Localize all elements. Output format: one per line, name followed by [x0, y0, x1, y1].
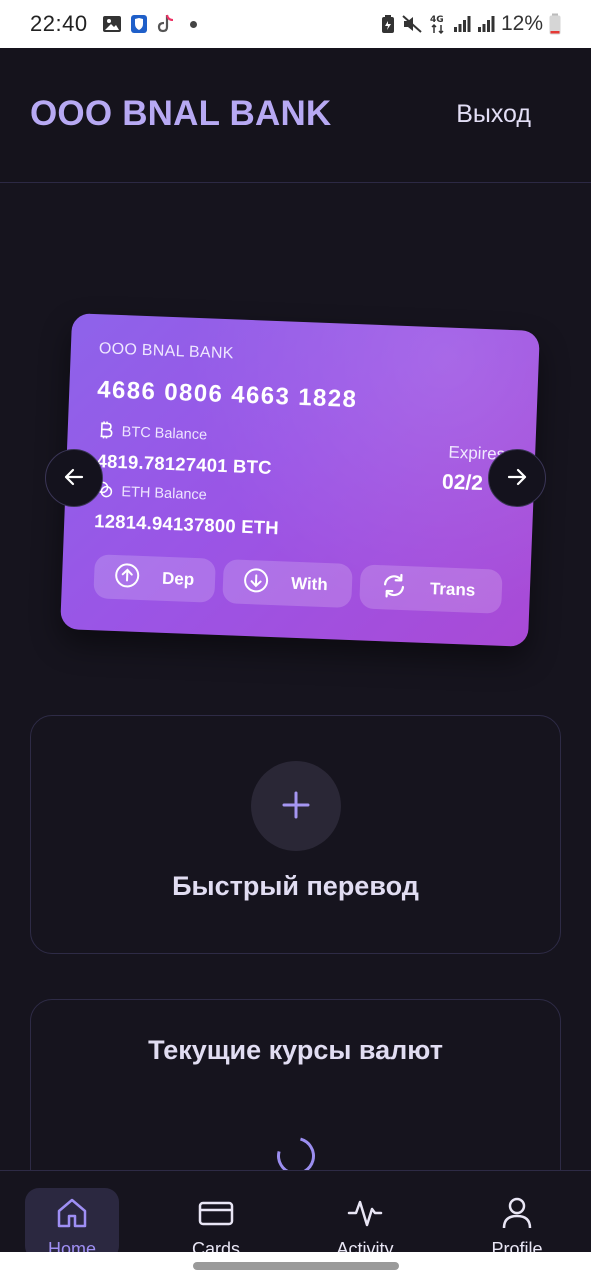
eth-balance-value: 12814.94137800 ETH [93, 510, 280, 539]
nav-cards[interactable]: Cards [169, 1188, 263, 1260]
transfer-button[interactable]: Trans [359, 564, 503, 614]
nav-activity[interactable]: Activity [318, 1188, 412, 1260]
btc-balance-value: 4819.78127401 BTC [96, 450, 273, 478]
btc-balance-label: BTC Balance [121, 424, 208, 444]
withdraw-button[interactable]: With [222, 559, 353, 609]
card-face: OOO BNAL BANK 4686 0806 4663 1828 BTC Ba… [60, 313, 540, 647]
card-number: 4686 0806 4663 1828 [96, 376, 358, 414]
network-4g-icon: 4G [429, 13, 447, 35]
battery-saver-icon [381, 14, 395, 34]
arrow-up-circle-icon [114, 561, 141, 593]
dot-icon [189, 20, 197, 28]
status-right-icons: 4G 12% [381, 12, 561, 36]
home-icon [55, 1196, 89, 1233]
home-gesture-pill[interactable] [193, 1262, 399, 1270]
app-header: OOO BNAL BANK Выход [0, 48, 591, 183]
svg-text:4G: 4G [430, 15, 444, 25]
bank-card[interactable]: OOO BNAL BANK 4686 0806 4663 1828 BTC Ba… [60, 313, 540, 647]
transfer-label: Trans [429, 579, 476, 600]
nav-profile[interactable]: Profile [470, 1188, 564, 1260]
eth-balance-label-row: ETH Balance [95, 480, 207, 506]
brand-title: OOO BNAL BANK [30, 94, 332, 133]
battery-icon [549, 13, 561, 35]
status-time: 22:40 [30, 11, 88, 36]
withdraw-label: With [290, 573, 329, 595]
battery-percent: 12% [500, 12, 543, 35]
plus-icon [281, 790, 311, 823]
quick-transfer-title: Быстрый перевод [172, 871, 419, 901]
status-bar: 22:40 4G 12% [0, 0, 591, 48]
tiktok-icon [156, 13, 176, 35]
exchange-rates-title: Текущие курсы валют [148, 1035, 443, 1065]
btc-balance-label-row: BTC Balance [97, 420, 207, 446]
carousel-prev-button[interactable] [45, 449, 103, 507]
bitcoin-icon [97, 420, 114, 443]
quick-transfer-panel[interactable]: Быстрый перевод [30, 715, 561, 954]
shield-app-icon [130, 14, 148, 34]
deposit-button[interactable]: Dep [93, 554, 216, 603]
nav-home[interactable]: Home [25, 1188, 119, 1260]
quick-transfer-button[interactable] [251, 761, 341, 851]
card-bank-name: OOO BNAL BANK [98, 340, 235, 363]
carousel-next-button[interactable] [488, 449, 546, 507]
gallery-icon [102, 15, 122, 33]
activity-icon [347, 1196, 383, 1233]
eth-balance-label: ETH Balance [121, 484, 208, 504]
system-home-bar [0, 1252, 591, 1280]
card-icon [198, 1196, 234, 1233]
status-left-icons [102, 13, 197, 35]
deposit-label: Dep [161, 568, 195, 590]
expires-value: 02/2 [441, 470, 484, 496]
signal-icon [453, 15, 471, 33]
arrow-left-icon [62, 465, 86, 492]
logout-button[interactable]: Выход [456, 100, 531, 129]
arrow-right-icon [505, 465, 529, 492]
mute-icon [401, 14, 423, 34]
signal-icon [477, 15, 495, 33]
arrow-down-circle-icon [242, 566, 269, 598]
refresh-icon [379, 572, 408, 604]
user-icon [500, 1196, 534, 1233]
